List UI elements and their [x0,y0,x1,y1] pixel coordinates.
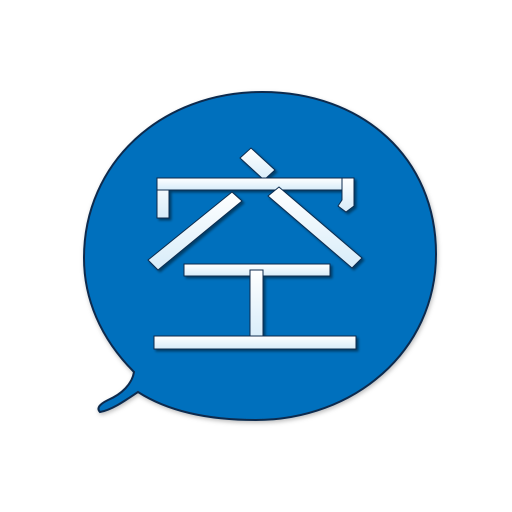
speech-bubble-shape [82,90,438,422]
glyph-stroke-vertical [249,269,264,341]
icon-canvas [0,0,512,512]
glyph-stroke-roof-top [156,177,355,191]
glyph-stroke-bottom-bar [153,335,357,350]
speech-bubble-icon [82,90,438,422]
